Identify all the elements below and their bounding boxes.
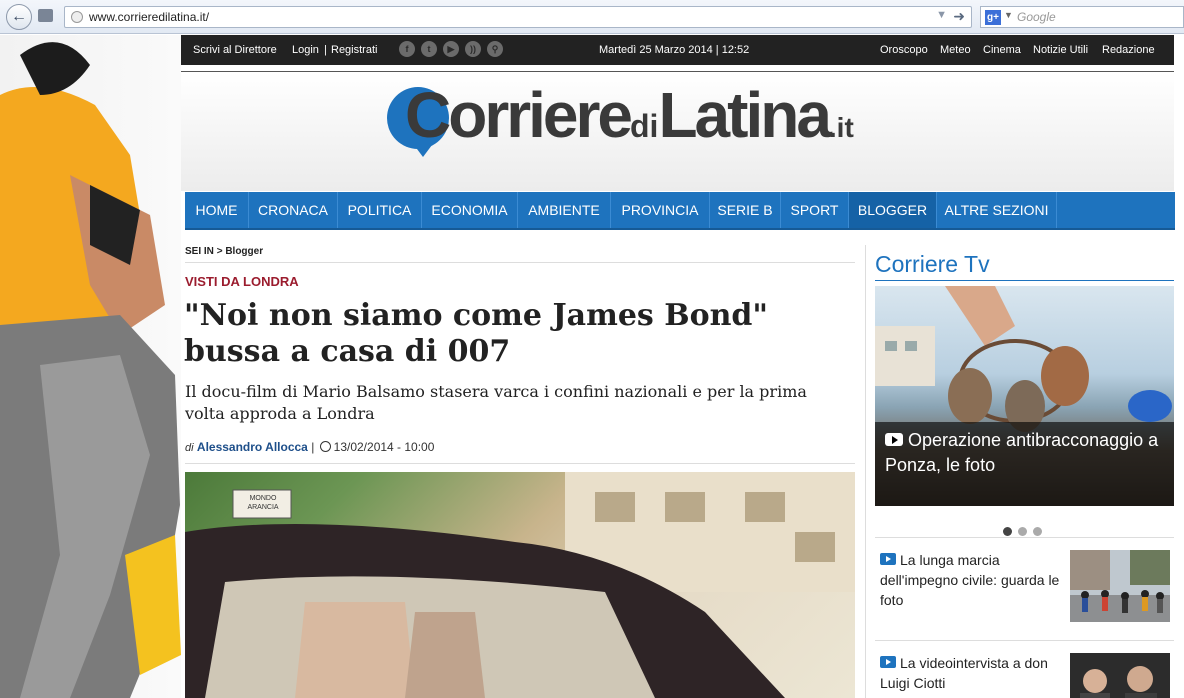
- logo-part-4: .it: [828, 112, 854, 143]
- nav-economia[interactable]: ECONOMIA: [422, 192, 518, 228]
- tv-list-item[interactable]: La videointervista a don Luigi Ciotti: [875, 640, 1174, 698]
- link-registrati[interactable]: Registrati: [331, 44, 377, 56]
- topbar-separator: |: [324, 44, 327, 56]
- clock-icon: [319, 441, 331, 452]
- article-datetime: 13/02/2014 - 10:00: [333, 440, 435, 454]
- tv-featured-caption[interactable]: Operazione antibracconaggio a Ponza, le …: [875, 422, 1174, 506]
- video-play-icon: [880, 553, 896, 565]
- tab-groups-icon[interactable]: [38, 9, 53, 22]
- go-arrow-icon[interactable]: ➜: [953, 8, 965, 25]
- nav-altre-sezioni[interactable]: ALTRE SEZIONI: [937, 192, 1057, 228]
- author-link[interactable]: Alessandro Allocca: [197, 440, 308, 454]
- browser-search-box[interactable]: g+ ▼ Google: [980, 6, 1184, 28]
- search-placeholder[interactable]: Google: [1017, 10, 1056, 24]
- byline-separator: |: [311, 440, 315, 454]
- back-button[interactable]: ←: [6, 4, 32, 30]
- nav-provincia[interactable]: PROVINCIA: [611, 192, 710, 228]
- slider-dot-1[interactable]: [1003, 527, 1012, 536]
- tv-list-item[interactable]: La lunga marcia dell'impegno civile: gua…: [875, 537, 1174, 640]
- website: Scrivi al Direttore Login | Registrati f…: [181, 35, 1184, 698]
- breadcrumb-divider: [185, 262, 855, 263]
- slider-dot-3[interactable]: [1033, 527, 1042, 536]
- logo-part-3: Latina: [658, 79, 831, 151]
- twitter-icon[interactable]: t: [421, 41, 437, 57]
- nav-politica[interactable]: POLITICA: [338, 192, 422, 228]
- main-navigation: HOME CRONACA POLITICA ECONOMIA AMBIENTE …: [185, 192, 1175, 230]
- byline-prefix: di: [185, 442, 194, 454]
- search-icon[interactable]: ⚲: [487, 41, 503, 57]
- link-cinema[interactable]: Cinema: [983, 44, 1021, 56]
- video-play-icon: [885, 433, 903, 446]
- youtube-icon[interactable]: ▶: [443, 41, 459, 57]
- article-main-photo[interactable]: MONDO ARANCIA: [185, 472, 855, 698]
- rss-icon[interactable]: )): [465, 41, 481, 57]
- nav-blogger[interactable]: BLOGGER: [849, 192, 937, 228]
- link-oroscopo[interactable]: Oroscopo: [880, 44, 928, 56]
- tv-list-item-thumbnail[interactable]: [1070, 653, 1170, 698]
- tv-list-item-title[interactable]: La videointervista a don Luigi Ciotti: [880, 655, 1048, 691]
- link-login[interactable]: Login: [292, 44, 319, 56]
- google-icon[interactable]: g+: [985, 10, 1001, 25]
- url-text[interactable]: www.corrieredilatina.it/: [89, 10, 209, 24]
- nav-serie-b[interactable]: SERIE B: [710, 192, 781, 228]
- side-advertisement[interactable]: [0, 35, 181, 698]
- current-date: Martedì 25 Marzo 2014 | 12:52: [599, 44, 750, 56]
- breadcrumb-label: SEI IN: [185, 246, 214, 257]
- browser-toolbar: ← www.corrieredilatina.it/ ▼ ➜ g+ ▼ Goog…: [0, 0, 1184, 34]
- photo-sign-text: MONDO ARANCIA: [247, 495, 279, 511]
- tv-list-item-thumbnail[interactable]: [1070, 550, 1170, 622]
- byline-divider: [185, 463, 855, 464]
- breadcrumb: SEI IN > Blogger: [185, 246, 263, 257]
- link-meteo[interactable]: Meteo: [940, 44, 971, 56]
- tv-list-item-title[interactable]: La lunga marcia dell'impegno civile: gua…: [880, 552, 1059, 608]
- nav-ambiente[interactable]: AMBIENTE: [518, 192, 611, 228]
- tv-featured-slide[interactable]: Operazione antibracconaggio a Ponza, le …: [875, 286, 1174, 506]
- corriere-tv-heading[interactable]: Corriere Tv: [875, 251, 990, 278]
- article-byline: di Alessandro Allocca | 13/02/2014 - 10:…: [185, 440, 434, 454]
- top-utility-bar: Scrivi al Direttore Login | Registrati f…: [181, 35, 1174, 65]
- link-notizie-utili[interactable]: Notizie Utili: [1033, 44, 1088, 56]
- logo-part-1: Corriere: [405, 79, 633, 151]
- site-logo[interactable]: CorrierediLatina.it: [405, 78, 854, 152]
- tv-featured-title[interactable]: Operazione antibracconaggio a Ponza, le …: [885, 430, 1158, 475]
- breadcrumb-separator: >: [216, 246, 223, 257]
- address-bar[interactable]: www.corrieredilatina.it/ ▼ ➜: [64, 6, 972, 28]
- logo-part-2: di: [630, 108, 659, 144]
- video-play-icon: [880, 656, 896, 668]
- column-divider: [865, 245, 866, 698]
- link-scrivi-al-direttore[interactable]: Scrivi al Direttore: [193, 44, 277, 56]
- article-title: "Noi non siamo come James Bond" bussa a …: [184, 298, 769, 369]
- article-kicker: VISTI DA LONDRA: [185, 274, 299, 289]
- dropdown-arrow-icon[interactable]: ▼: [936, 9, 947, 21]
- link-redazione[interactable]: Redazione: [1102, 44, 1155, 56]
- ciotti-thumbnail-image: [1070, 653, 1170, 698]
- tv-list-item-text[interactable]: La lunga marcia dell'impegno civile: gua…: [880, 550, 1060, 610]
- corriere-tv-underline: [875, 280, 1174, 281]
- dancer-ad-image: [0, 42, 181, 698]
- masthead: CorrierediLatina.it: [181, 71, 1174, 191]
- tv-list-item-text[interactable]: La videointervista a don Luigi Ciotti: [880, 653, 1060, 693]
- globe-icon: [71, 11, 83, 23]
- breadcrumb-current[interactable]: Blogger: [225, 246, 263, 257]
- nav-cronaca[interactable]: CRONACA: [249, 192, 338, 228]
- slider-dot-2[interactable]: [1018, 527, 1027, 536]
- nav-home[interactable]: HOME: [185, 192, 249, 228]
- nav-sport[interactable]: SPORT: [781, 192, 849, 228]
- march-thumbnail-image: [1070, 550, 1170, 622]
- article-subtitle: Il docu-film di Mario Balsamo stasera va…: [185, 382, 807, 423]
- facebook-icon[interactable]: f: [399, 41, 415, 57]
- arrow-left-icon: ←: [11, 8, 27, 25]
- search-engine-dropdown-icon[interactable]: ▼: [1004, 10, 1013, 20]
